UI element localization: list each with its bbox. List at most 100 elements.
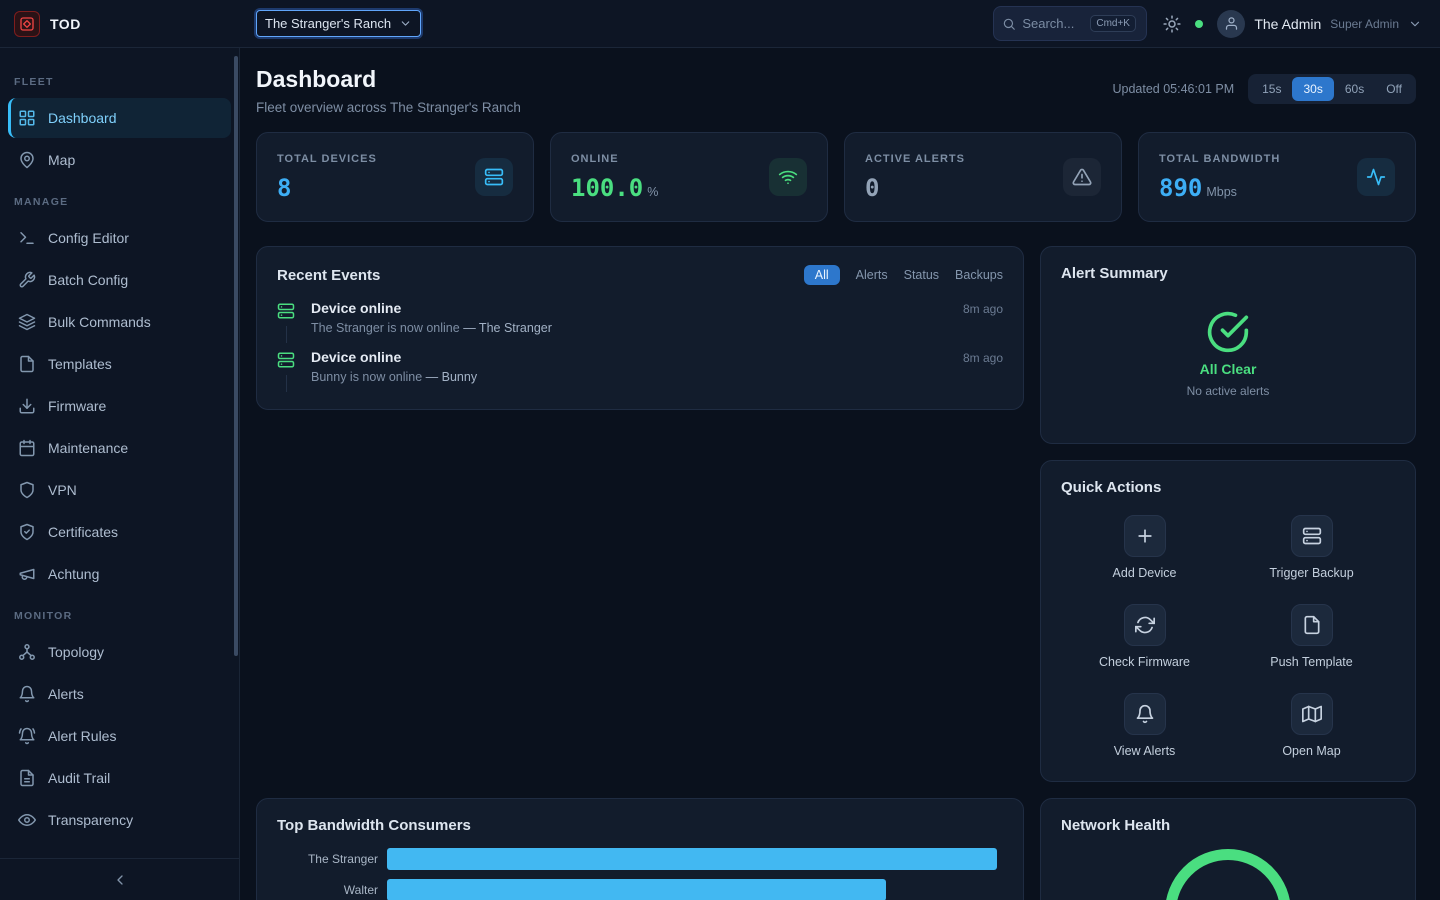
stat-label: ACTIVE ALERTS <box>865 153 965 165</box>
filter-status[interactable]: Status <box>904 268 939 282</box>
sidebar-item-config-editor[interactable]: Config Editor <box>8 218 231 258</box>
server-icon <box>277 302 295 320</box>
sidebar-item-label: Certificates <box>48 524 118 540</box>
sidebar-item-label: Topology <box>48 644 104 660</box>
user-menu[interactable]: The Admin Super Admin <box>1217 10 1422 38</box>
bandwidth-device-label: The Stranger <box>277 852 387 866</box>
filter-alerts[interactable]: Alerts <box>856 268 888 282</box>
stat-value: 100.0 <box>571 174 643 202</box>
main-content: Dashboard Fleet overview across The Stra… <box>240 48 1440 900</box>
refresh-option-30s[interactable]: 30s <box>1292 77 1333 101</box>
quick-action-label: Open Map <box>1282 744 1340 758</box>
chevron-left-icon <box>112 872 128 888</box>
health-ring-gauge <box>1165 849 1291 900</box>
event-device: — Bunny <box>426 370 477 384</box>
app-logo-icon <box>14 11 40 37</box>
sidebar-collapse-button[interactable] <box>0 858 239 900</box>
activity-icon <box>1357 158 1395 196</box>
avatar <box>1217 10 1245 38</box>
topbar: TOD The Stranger's Ranch Cmd+K The Admin… <box>0 0 1440 48</box>
search-box[interactable]: Cmd+K <box>993 6 1147 41</box>
shield-check-icon <box>18 523 36 541</box>
bandwidth-row: The Stranger <box>277 848 1003 870</box>
search-icon <box>1002 17 1016 31</box>
sidebar-item-label: Achtung <box>48 566 99 582</box>
stat-card-online: ONLINE 100.0 % <box>550 132 828 222</box>
sidebar-item-templates[interactable]: Templates <box>8 344 231 384</box>
timeline-connector <box>286 375 287 392</box>
refresh-option-15s[interactable]: 15s <box>1251 77 1292 101</box>
refresh-option-off[interactable]: Off <box>1375 77 1413 101</box>
event-message: Bunny is now online <box>311 370 422 384</box>
bell-ring-icon <box>18 727 36 745</box>
bell-icon <box>1135 704 1155 724</box>
quick-actions-title: Quick Actions <box>1061 479 1161 496</box>
stat-value: 890 <box>1159 174 1202 202</box>
sidebar-item-transparency[interactable]: Transparency <box>8 800 231 840</box>
quick-action-label: Check Firmware <box>1099 655 1190 669</box>
sidebar-item-label: VPN <box>48 482 77 498</box>
event-row: Device online 8m ago The Stranger is now… <box>277 293 1003 342</box>
quick-action-label: Trigger Backup <box>1269 566 1353 580</box>
view-alerts-button[interactable]: View Alerts <box>1061 693 1228 758</box>
fleet-selector[interactable]: The Stranger's Ranch <box>256 10 421 37</box>
sidebar-item-maintenance[interactable]: Maintenance <box>8 428 231 468</box>
search-input[interactable] <box>1022 16 1084 31</box>
sidebar-item-label: Maintenance <box>48 440 128 456</box>
refresh-icon <box>1135 615 1155 635</box>
push-template-button[interactable]: Push Template <box>1228 604 1395 669</box>
recent-events-title: Recent Events <box>277 267 380 284</box>
sidebar-item-label: Config Editor <box>48 230 129 246</box>
sidebar-item-achtung[interactable]: Achtung <box>8 554 231 594</box>
quick-action-label: Push Template <box>1270 655 1352 669</box>
sidebar-scrollbar[interactable] <box>234 56 238 656</box>
check-circle-icon <box>1206 310 1250 354</box>
chevron-down-icon <box>1408 17 1422 31</box>
sidebar-item-label: Dashboard <box>48 110 117 126</box>
add-device-button[interactable]: Add Device <box>1061 515 1228 580</box>
layout-grid-icon <box>18 109 36 127</box>
filter-backups[interactable]: Backups <box>955 268 1003 282</box>
open-map-button[interactable]: Open Map <box>1228 693 1395 758</box>
download-icon <box>18 397 36 415</box>
event-time: 8m ago <box>963 302 1003 316</box>
stat-label: ONLINE <box>571 153 658 165</box>
sidebar-item-map[interactable]: Map <box>8 140 231 180</box>
sidebar-item-vpn[interactable]: VPN <box>8 470 231 510</box>
plus-icon <box>1135 526 1155 546</box>
alert-triangle-icon <box>1063 158 1101 196</box>
event-title: Device online <box>311 300 401 316</box>
sidebar-item-alerts[interactable]: Alerts <box>8 674 231 714</box>
sidebar-item-alert-rules[interactable]: Alert Rules <box>8 716 231 756</box>
filter-all[interactable]: All <box>804 265 840 285</box>
sidebar-item-topology[interactable]: Topology <box>8 632 231 672</box>
sidebar-item-label: Transparency <box>48 812 133 828</box>
recent-events-card: Recent Events All Alerts Status Backups <box>256 246 1024 410</box>
event-title: Device online <box>311 349 401 365</box>
user-name: The Admin <box>1254 16 1321 32</box>
stat-label: TOTAL DEVICES <box>277 153 377 165</box>
sidebar-item-firmware[interactable]: Firmware <box>8 386 231 426</box>
network-health-title: Network Health <box>1061 817 1170 834</box>
alert-summary-title: Alert Summary <box>1061 265 1395 282</box>
sidebar-item-certificates[interactable]: Certificates <box>8 512 231 552</box>
page-title: Dashboard <box>256 66 521 93</box>
sidebar-item-bulk-commands[interactable]: Bulk Commands <box>8 302 231 342</box>
sun-icon <box>1163 15 1181 33</box>
sidebar-item-batch-config[interactable]: Batch Config <box>8 260 231 300</box>
theme-toggle-button[interactable] <box>1163 15 1181 33</box>
check-firmware-button[interactable]: Check Firmware <box>1061 604 1228 669</box>
event-row: Device online 8m ago Bunny is now online… <box>277 342 1003 391</box>
server-icon <box>1302 526 1322 546</box>
shield-icon <box>18 481 36 499</box>
bell-icon <box>18 685 36 703</box>
megaphone-icon <box>18 565 36 583</box>
trigger-backup-button[interactable]: Trigger Backup <box>1228 515 1395 580</box>
sidebar-item-audit-trail[interactable]: Audit Trail <box>8 758 231 798</box>
quick-actions-card: Quick Actions Add Device Trigger Backup … <box>1040 460 1416 782</box>
sidebar-item-dashboard[interactable]: Dashboard <box>8 98 231 138</box>
alert-detail-text: No active alerts <box>1187 384 1270 398</box>
stat-unit: Mbps <box>1206 185 1237 199</box>
refresh-option-60s[interactable]: 60s <box>1334 77 1375 101</box>
sidebar-item-label: Map <box>48 152 75 168</box>
